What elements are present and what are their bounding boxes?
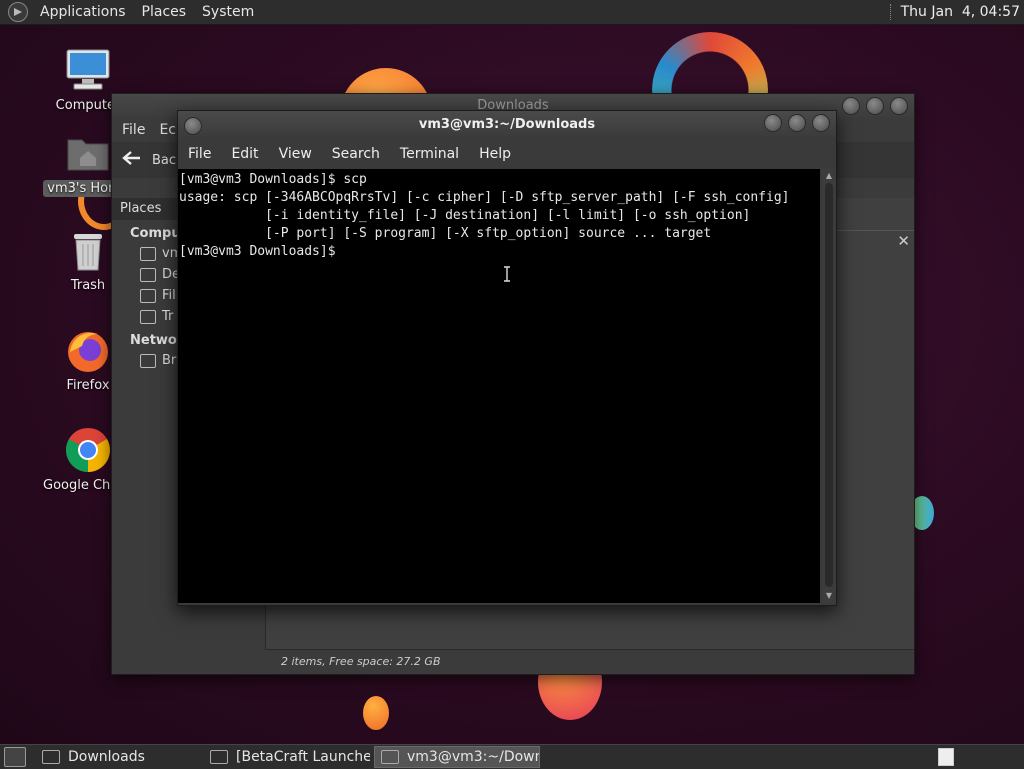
trash-icon <box>64 226 112 274</box>
show-desktop-icon[interactable] <box>4 747 26 767</box>
menu-search[interactable]: Search <box>332 146 380 162</box>
menu-help[interactable]: Help <box>479 146 511 162</box>
menu-system[interactable]: System <box>194 4 262 20</box>
scrollbar-thumb[interactable] <box>825 183 833 587</box>
minimize-button[interactable] <box>764 114 782 132</box>
menu-places[interactable]: Places <box>134 4 195 20</box>
terminal-icon <box>381 750 399 764</box>
clock[interactable]: Thu Jan 4, 04:57 <box>901 4 1020 20</box>
folder-icon <box>42 750 60 764</box>
top-panel: Applications Places System Thu Jan 4, 04… <box>0 0 1024 25</box>
terminal-prompt-line: [vm3@vm3 Downloads]$ <box>179 244 344 259</box>
menu-view[interactable]: View <box>279 146 312 162</box>
menu-applications[interactable]: Applications <box>32 4 134 20</box>
desktop-icon <box>140 267 156 282</box>
terminal-menubar: File Edit View Search Terminal Help <box>178 139 836 169</box>
text-cursor-icon <box>503 266 510 282</box>
window-controls <box>842 97 908 115</box>
wallpaper-small-shape <box>363 696 389 730</box>
close-button[interactable] <box>890 97 908 115</box>
taskbar-item-betacraft[interactable]: [BetaCraft Launcher... <box>204 746 370 768</box>
network-icon <box>140 353 156 368</box>
taskbar-item-label: Downloads <box>68 749 145 765</box>
sidebar-item-label: Br <box>162 353 177 368</box>
home-icon <box>140 246 156 261</box>
maximize-button[interactable] <box>788 114 806 132</box>
scroll-down-icon[interactable]: ▼ <box>824 591 834 601</box>
maximize-button[interactable] <box>866 97 884 115</box>
close-button[interactable] <box>812 114 830 132</box>
home-folder-icon <box>64 128 112 176</box>
trash-icon <box>140 309 156 324</box>
drive-icon <box>140 288 156 303</box>
back-label: Bac <box>152 152 177 168</box>
scroll-up-icon[interactable]: ▲ <box>824 171 834 181</box>
terminal-line: [-P port] [-S program] [-X sftp_option] … <box>179 226 712 241</box>
close-icon[interactable]: ✕ <box>897 232 910 250</box>
menu-edit[interactable]: Edit <box>231 146 258 162</box>
terminal-line: [-i identity_file] [-J destination] [-l … <box>179 208 751 223</box>
computer-icon <box>64 46 112 94</box>
menu-file[interactable]: File <box>122 122 145 138</box>
taskbar-item-downloads[interactable]: Downloads <box>36 746 200 768</box>
menu-file[interactable]: File <box>188 146 211 162</box>
minimize-button[interactable] <box>842 97 860 115</box>
terminal-window[interactable]: vm3@vm3:~/Downloads File Edit View Searc… <box>177 110 837 606</box>
clock-area: Thu Jan 4, 04:57 <box>889 4 1024 20</box>
java-app-icon <box>210 750 228 764</box>
window-controls <box>764 114 830 132</box>
back-arrow-icon <box>122 150 142 170</box>
panel-separator <box>889 4 893 20</box>
sidebar-item-label: Fil <box>162 288 176 303</box>
workspace-switcher-icon[interactable] <box>938 748 954 766</box>
bottom-taskbar: Downloads [BetaCraft Launcher... vm3@vm3… <box>0 744 1024 769</box>
firefox-icon <box>64 326 112 374</box>
terminal-line: usage: scp [-346ABCOpqRrsTv] [-c cipher]… <box>179 190 790 205</box>
taskbar-item-label: [BetaCraft Launcher... <box>236 749 370 765</box>
menu-edit[interactable]: Ec <box>159 122 176 138</box>
window-title: vm3@vm3:~/Downloads <box>418 117 596 132</box>
chrome-icon <box>64 426 112 474</box>
back-button[interactable]: Bac <box>122 150 176 170</box>
taskbar-item-label: vm3@vm3:~/Downl... <box>407 749 539 765</box>
terminal-output[interactable]: [vm3@vm3 Downloads]$ scp usage: scp [-34… <box>178 169 820 603</box>
status-bar: 2 items, Free space: 27.2 GB <box>265 649 914 674</box>
terminal-line: [vm3@vm3 Downloads]$ scp <box>179 172 367 187</box>
terminal-scrollbar[interactable]: ▲ ▼ <box>822 169 836 603</box>
terminal-titlebar[interactable]: vm3@vm3:~/Downloads <box>178 111 836 139</box>
sidebar-item-label: Tr <box>162 309 174 324</box>
distro-logo-icon[interactable] <box>8 2 28 22</box>
window-menu-button[interactable] <box>184 117 202 135</box>
menu-terminal[interactable]: Terminal <box>400 146 459 162</box>
taskbar-item-terminal[interactable]: vm3@vm3:~/Downl... <box>374 746 540 768</box>
